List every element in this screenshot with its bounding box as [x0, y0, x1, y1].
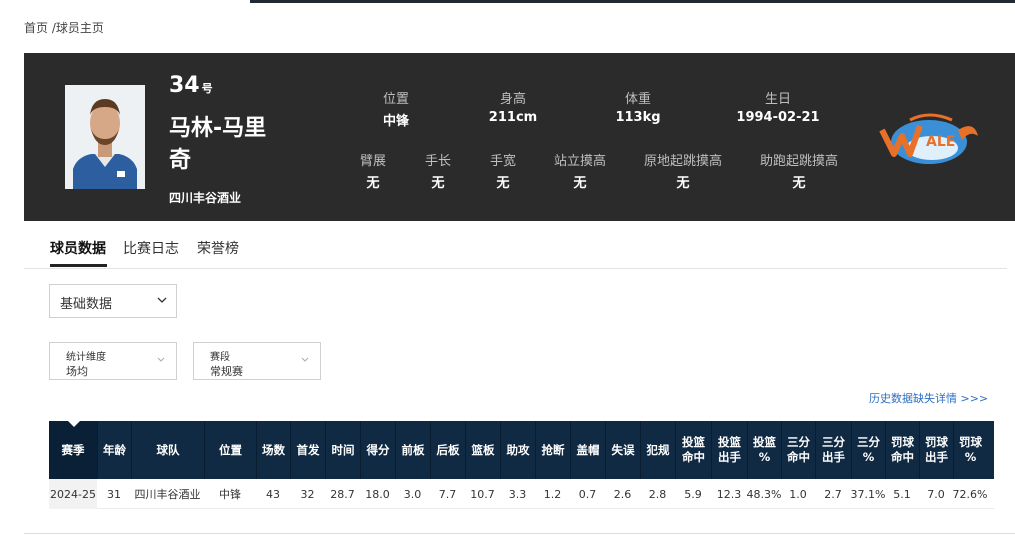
stats-table: 赛季 年龄 球队 位置 场数 首发 时间 得分 前板 后板 篮板 助攻 抢断 盖帽 失误 犯规 投篮 命中 投篮 出手… — [49, 420, 994, 509]
table-cell: 18.0 — [365, 487, 390, 501]
column-header[interactable]: 三分 命中 — [781, 421, 815, 479]
column-header[interactable]: 助攻 — [500, 421, 535, 479]
stat-standing-vertical: 原地起跳摸高无 — [643, 154, 723, 191]
team-logo: ALE — [874, 108, 984, 172]
chevron-down-icon — [157, 297, 167, 303]
table-cell: 37.1% — [850, 487, 886, 501]
column-header[interactable]: 失误 — [605, 421, 640, 479]
tab-game-log[interactable]: 比赛日志 — [123, 238, 179, 258]
breadcrumb: 首页 /球员主页 — [24, 19, 104, 36]
stats-table-header: 赛季 年龄 球队 位置 场数 首发 时间 得分 前板 后板 篮板 助攻 抢断 盖帽 失误 犯规 投篮 命中 投篮 出手… — [49, 420, 994, 479]
column-header[interactable]: 场数 — [256, 421, 290, 479]
table-cell: 0.7 — [578, 487, 597, 501]
filter-label: 统计维度 — [66, 352, 106, 363]
table-cell: 1.2 — [543, 487, 562, 501]
tab-player-stats[interactable]: 球员数据 — [50, 238, 106, 258]
table-cell: 12.3 — [716, 487, 742, 501]
column-header[interactable]: 投篮% — [747, 421, 781, 479]
stat-birthday: 生日 1994-02-21 — [736, 92, 820, 125]
stat-hand-width: 手宽无 — [489, 154, 517, 191]
column-header[interactable]: 罚球% — [953, 421, 987, 479]
column-header[interactable]: 投篮 命中 — [675, 421, 711, 479]
column-header[interactable]: 三分% — [851, 421, 885, 479]
filter-stat-dimension[interactable]: 统计维度 场均 — [49, 342, 177, 380]
column-header[interactable]: 赛季 — [49, 421, 97, 479]
table-cell: 2.6 — [613, 487, 632, 501]
column-header[interactable]: 三分 出手 — [815, 421, 851, 479]
column-header[interactable]: 球队 — [131, 421, 204, 479]
table-cell: 2024-25 — [49, 479, 97, 509]
tabs-divider — [24, 268, 1007, 269]
table-cell: 7.0 — [927, 487, 945, 501]
table-cell: 7.7 — [438, 487, 457, 501]
chevron-down-icon — [301, 357, 309, 362]
table-cell: 48.3% — [746, 487, 782, 501]
top-accent-bar — [250, 0, 1015, 3]
data-type-select[interactable]: 基础数据 — [49, 284, 177, 318]
filter-value: 常规赛 — [210, 365, 243, 378]
stat-wingspan: 臂展无 — [359, 154, 387, 191]
stat-height: 身高 211cm — [488, 92, 538, 125]
content-bottom-border — [24, 533, 1015, 534]
player-name: 马林-马里 奇 — [169, 116, 267, 173]
stat-hand-length: 手长无 — [424, 154, 452, 191]
breadcrumb-current: 球员主页 — [55, 21, 104, 35]
column-header[interactable]: 前板 — [395, 421, 430, 479]
breadcrumb-separator: / — [48, 21, 56, 35]
stat-running-vertical: 助跑起跳摸高无 — [759, 154, 839, 191]
column-header[interactable]: 盖帽 — [570, 421, 605, 479]
table-cell: 四川丰谷酒业 — [134, 488, 201, 501]
data-type-select-value: 基础数据 — [60, 297, 113, 312]
table-cell: 2.7 — [824, 487, 842, 501]
column-header[interactable]: 罚球 出手 — [919, 421, 953, 479]
column-header[interactable]: 年龄 — [97, 421, 131, 479]
column-header[interactable]: 罚球 命中 — [885, 421, 919, 479]
player-header: 34 号 马林-马里 奇 四川丰谷酒业 位置 中锋 身高 211cm 体重 113kg … — [24, 53, 1015, 221]
column-header[interactable]: 位置 — [204, 421, 256, 479]
table-cell: 72.6% — [952, 487, 988, 501]
table-cell: 3.3 — [508, 487, 527, 501]
table-row: 2024-25 31 四川丰谷酒业 中锋 43 32 28.7 18.0 3.0 7.7 10.7 3… — [49, 479, 994, 509]
history-missing-data-link[interactable]: 历史数据缺失详情 >>> — [869, 390, 988, 406]
column-header[interactable]: 投篮 出手 — [711, 421, 747, 479]
stat-weight: 体重 113kg — [615, 92, 661, 125]
svg-text:ALE: ALE — [926, 134, 955, 150]
column-header[interactable]: 时间 — [325, 421, 360, 479]
sort-indicator-icon — [67, 420, 81, 427]
tab-honors[interactable]: 荣誉榜 — [197, 238, 239, 258]
table-cell: 31 — [107, 487, 121, 501]
column-header[interactable]: 得分 — [360, 421, 395, 479]
table-cell: 3.0 — [403, 487, 422, 501]
table-cell: 5.1 — [893, 487, 911, 501]
column-header[interactable]: 犯规 — [640, 421, 675, 479]
player-photo — [65, 85, 145, 189]
player-team: 四川丰谷酒业 — [169, 191, 242, 205]
table-cell: 32 — [300, 487, 315, 501]
table-cell: 5.9 — [684, 487, 702, 501]
stat-standing-reach: 站立摸高无 — [553, 154, 607, 191]
table-cell: 28.7 — [330, 487, 355, 501]
filter-value: 场均 — [66, 365, 88, 378]
chevron-down-icon — [157, 357, 165, 362]
table-cell: 中锋 — [219, 488, 241, 501]
filter-label: 赛段 — [210, 352, 230, 363]
table-cell: 10.7 — [470, 487, 495, 501]
stat-position: 位置 中锋 — [382, 92, 410, 129]
column-header[interactable]: 后板 — [430, 421, 465, 479]
table-cell: 1.0 — [789, 487, 807, 501]
filter-season-phase[interactable]: 赛段 常规赛 — [193, 342, 321, 380]
player-number: 34 号 — [169, 73, 213, 98]
stats-table-body: 2024-25 31 四川丰谷酒业 中锋 43 32 28.7 18.0 3.0 7.7 10.7 3… — [49, 479, 994, 509]
table-cell: 43 — [266, 487, 280, 501]
column-header[interactable]: 首发 — [290, 421, 325, 479]
breadcrumb-home[interactable]: 首页 — [24, 21, 48, 35]
column-header[interactable]: 抢断 — [535, 421, 570, 479]
column-header[interactable]: 篮板 — [465, 421, 500, 479]
active-tab-indicator — [50, 264, 107, 267]
table-cell: 2.8 — [648, 487, 667, 501]
